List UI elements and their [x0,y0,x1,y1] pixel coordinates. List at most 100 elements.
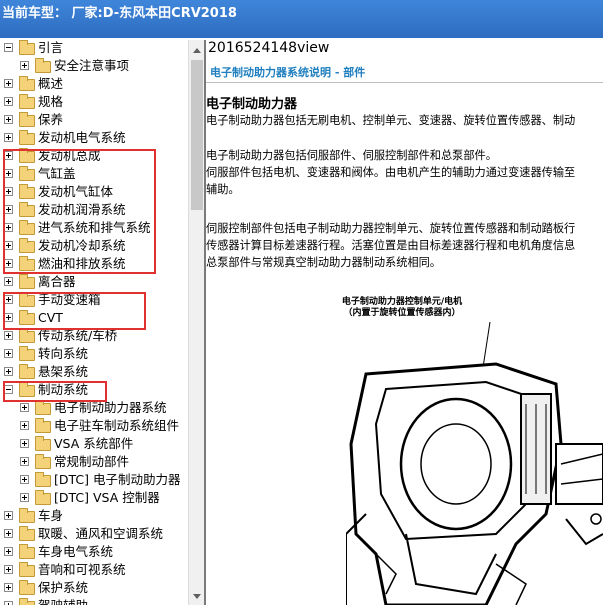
folder-icon [19,346,35,361]
expand-icon[interactable] [4,115,13,124]
expand-icon[interactable] [4,187,13,196]
expand-icon[interactable] [4,169,13,178]
tree-item[interactable]: 发动机冷却系统 [0,237,188,255]
tree-item[interactable]: [DTC] VSA 控制器 [0,489,188,507]
tree-item[interactable]: 安全注意事项 [0,57,188,75]
expand-icon[interactable] [4,277,13,286]
tree-item[interactable]: 保养 [0,111,188,129]
expand-icon[interactable] [4,295,13,304]
expand-icon[interactable] [4,151,13,160]
folder-icon [19,238,35,253]
expand-icon[interactable] [4,205,13,214]
separator [206,82,603,83]
collapse-icon[interactable] [4,385,13,394]
expand-icon[interactable] [20,493,29,502]
expand-icon[interactable] [4,511,13,520]
tree-item[interactable]: 引言 [0,40,188,57]
expand-icon[interactable] [4,133,13,142]
tree-item[interactable]: 悬架系统 [0,363,188,381]
tree-item[interactable]: 音响和可视系统 [0,561,188,579]
tree-item-label: 保养 [38,112,64,127]
scroll-thumb[interactable] [191,60,203,210]
document-subtitle: 电子制动助力器系统说明 - 部件 [210,66,366,79]
tree-item[interactable]: 发动机电气系统 [0,129,188,147]
collapse-icon[interactable] [4,43,13,52]
expand-icon[interactable] [4,583,13,592]
folder-icon [19,544,35,559]
expand-icon[interactable] [4,601,13,605]
tree-item[interactable]: 电子驻车制动系统组件 [0,417,188,435]
folder-icon [35,472,51,487]
tree-item[interactable]: 燃油和排放系统 [0,255,188,273]
tree-item[interactable]: 取暖、通风和空调系统 [0,525,188,543]
folder-icon [19,274,35,289]
tree-item[interactable]: 气缸盖 [0,165,188,183]
tree-item-label: 概述 [38,76,64,91]
tree-item-label: 音响和可视系统 [38,562,126,577]
expand-icon[interactable] [4,349,13,358]
folder-icon [35,400,51,415]
folder-icon [19,256,35,271]
paragraph-2: 电子制动助力器包括伺服部件、伺服控制部件和总泵部件。 [206,149,497,162]
tree-scrollbar[interactable] [188,40,205,605]
expand-icon[interactable] [4,529,13,538]
tree-item[interactable]: 手动变速箱 [0,291,188,309]
tree-item-label: 燃油和排放系统 [38,256,126,271]
expand-icon[interactable] [4,223,13,232]
folder-icon [19,562,35,577]
tree-item-label: 发动机冷却系统 [38,238,126,253]
tree-item[interactable]: [DTC] 电子制动助力器 [0,471,188,489]
tree-item[interactable]: 发动机润滑系统 [0,201,188,219]
expand-icon[interactable] [4,259,13,268]
tree-item[interactable]: 发动机总成 [0,147,188,165]
expand-icon[interactable] [4,97,13,106]
expand-icon[interactable] [4,547,13,556]
expand-icon[interactable] [20,475,29,484]
scroll-up-arrow-icon[interactable] [189,42,205,59]
folder-icon [19,382,35,397]
folder-icon [19,184,35,199]
tree-item[interactable]: CVT [0,309,188,327]
expand-icon[interactable] [20,457,29,466]
tree-item[interactable]: 驾驶辅助 [0,597,188,605]
tree-item[interactable]: 常规制动部件 [0,453,188,471]
tree-item[interactable]: VSA 系统部件 [0,435,188,453]
tree-item[interactable]: 车身 [0,507,188,525]
expand-icon[interactable] [4,367,13,376]
folder-icon [35,436,51,451]
tree-item[interactable]: 电子制动助力器系统 [0,399,188,417]
tree-item-label: 制动系统 [38,382,89,397]
section-title: 电子制动助力器 [206,97,298,112]
tree-item-label: 发动机气缸体 [38,184,114,199]
tree-item[interactable]: 保护系统 [0,579,188,597]
expand-icon[interactable] [4,565,13,574]
expand-icon[interactable] [4,79,13,88]
tree-item[interactable]: 进气系统和排气系统 [0,219,188,237]
tree-item[interactable]: 转向系统 [0,345,188,363]
tree-item-label: 转向系统 [38,346,89,361]
expand-icon[interactable] [20,439,29,448]
expand-icon[interactable] [4,331,13,340]
tree-item[interactable]: 发动机气缸体 [0,183,188,201]
tree-item[interactable]: 制动系统 [0,381,188,399]
folder-icon [19,364,35,379]
folder-icon [19,166,35,181]
window-title: 当前车型： 厂家:D-东风本田CRV2018 [2,6,237,21]
expand-icon[interactable] [20,421,29,430]
tree-item[interactable]: 离合器 [0,273,188,291]
paragraph-1: 电子制动助力器包括无刷电机、控制单元、变速器、旋转位置传感器、制动 [206,114,576,127]
expand-icon[interactable] [20,61,29,70]
tree-item[interactable]: 概述 [0,75,188,93]
expand-icon[interactable] [20,403,29,412]
folder-icon [19,202,35,217]
tree-item[interactable]: 规格 [0,93,188,111]
tree-item-label: 保护系统 [38,580,89,595]
folder-icon [19,580,35,595]
scroll-down-arrow-icon[interactable] [189,588,205,605]
navigation-tree[interactable]: 引言 安全注意事项 概述规格 保养发动机电气系统 发动机总成气缸盖 发动机气缸体发动机润滑… [0,40,188,605]
expand-icon[interactable] [4,241,13,250]
tree-item[interactable]: 车身电气系统 [0,543,188,561]
expand-icon[interactable] [4,313,13,322]
tree-item-label: 发动机总成 [38,148,101,163]
tree-item[interactable]: 传动系统/车桥 [0,327,188,345]
